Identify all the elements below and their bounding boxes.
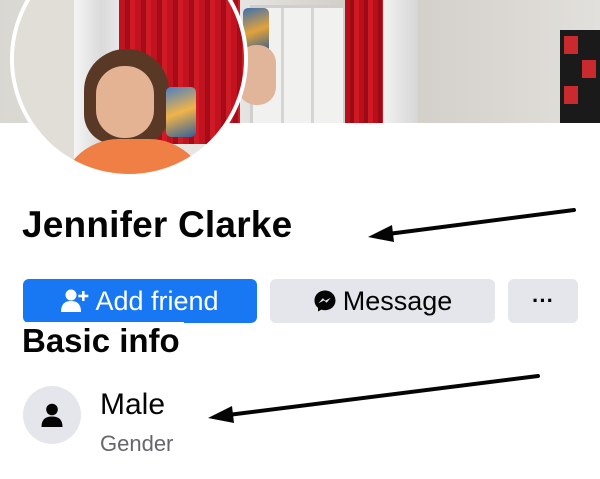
add-friend-label: Add friend [95, 285, 219, 316]
message-button[interactable]: Message [270, 279, 495, 323]
avatar-photo [14, 0, 244, 174]
gender-value: Male [100, 388, 166, 421]
cover-curtain-red-right [345, 0, 385, 123]
profile-name: Jennifer Clarke [22, 204, 293, 245]
profile-avatar[interactable] [10, 0, 248, 178]
messenger-icon [313, 289, 337, 313]
annotation-arrow-gender [208, 374, 540, 423]
message-label: Message [342, 285, 453, 316]
cover-curtain-white-right [383, 0, 418, 123]
more-label: ··· [532, 288, 554, 313]
cover-shelf [560, 30, 600, 123]
gender-label: Gender [100, 431, 174, 456]
person-plus-icon [61, 289, 89, 313]
basic-info-heading: Basic info [22, 322, 184, 360]
gender-person-icon [23, 386, 81, 444]
more-options-button[interactable]: ··· [508, 279, 578, 323]
add-friend-button[interactable]: Add friend [23, 279, 257, 323]
annotation-arrow-name [368, 208, 576, 242]
